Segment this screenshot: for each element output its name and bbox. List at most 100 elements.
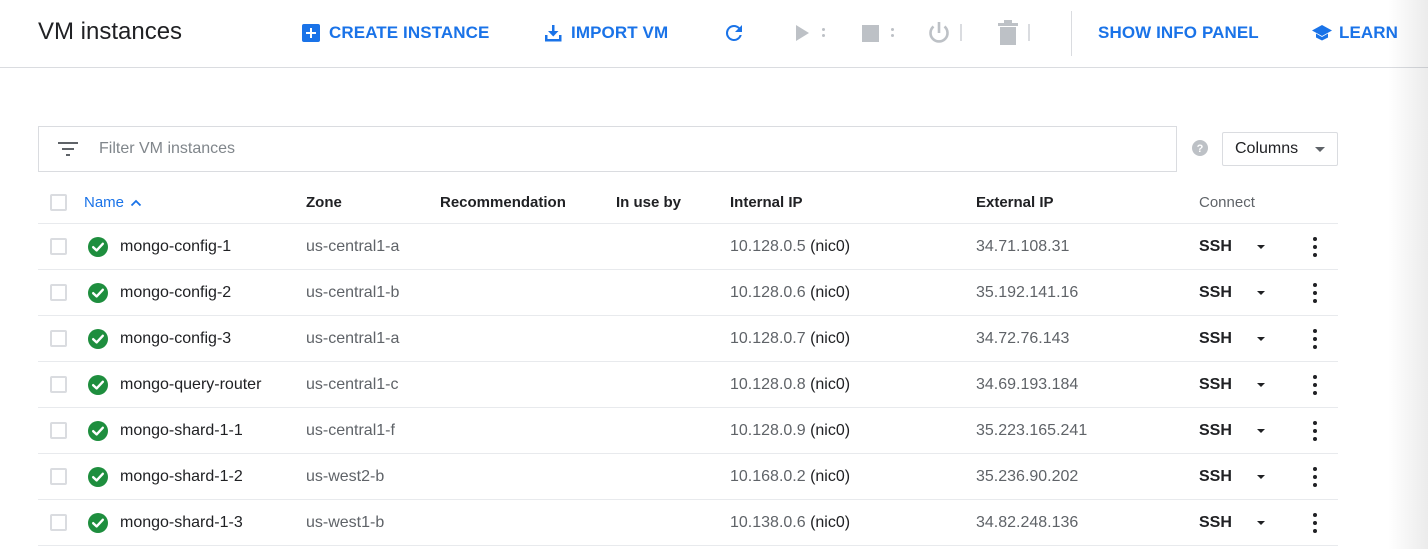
start-button[interactable] xyxy=(794,23,810,43)
nic-link[interactable]: (nic0) xyxy=(810,422,850,440)
status-running-icon xyxy=(88,375,108,395)
instance-external-ip: 35.192.141.16 xyxy=(976,283,1079,301)
help-icon[interactable]: ? xyxy=(1192,140,1208,156)
instance-name[interactable]: mongo-query-router xyxy=(120,362,261,407)
table-row[interactable]: mongo-config-3 us-central1-a 10.128.0.7 (n… xyxy=(38,316,1338,362)
row-checkbox[interactable] xyxy=(50,238,67,255)
ssh-button[interactable]: SSH xyxy=(1199,408,1232,453)
instance-zone: us-central1-c xyxy=(306,375,399,393)
svg-text:?: ? xyxy=(1197,143,1204,155)
stop-button[interactable] xyxy=(862,25,879,42)
instance-name[interactable]: mongo-shard-1-2 xyxy=(120,454,243,499)
filter-bar[interactable] xyxy=(38,126,1177,172)
table-row[interactable]: mongo-shard-1-2 us-west2-b 10.168.0.2 (nic… xyxy=(38,454,1338,500)
internal-ip-value: 10.128.0.6 xyxy=(730,283,806,301)
internal-ip-value: 10.128.0.7 xyxy=(730,329,806,347)
toolbar: VM instances CREATE INSTANCE IMPORT VM S… xyxy=(0,0,1428,68)
more-vert-icon[interactable] xyxy=(1313,467,1317,487)
header-external-ip[interactable]: External IP xyxy=(976,182,1054,223)
instance-zone: us-central1-a xyxy=(306,329,400,347)
chevron-down-icon[interactable] xyxy=(1257,291,1265,295)
chevron-down-icon[interactable] xyxy=(1257,245,1265,249)
sort-ascending-icon xyxy=(130,199,142,206)
filter-input[interactable] xyxy=(99,137,1149,161)
instance-name[interactable]: mongo-config-3 xyxy=(120,316,231,361)
row-checkbox[interactable] xyxy=(50,422,67,439)
power-button[interactable] xyxy=(926,20,952,46)
row-checkbox[interactable] xyxy=(50,284,67,301)
table-row[interactable]: mongo-config-1 us-central1-a 10.128.0.5 (n… xyxy=(38,224,1338,270)
table-row[interactable]: mongo-shard-1-3 us-west1-b 10.138.0.6 (nic… xyxy=(38,500,1338,546)
instance-internal-ip: 10.128.0.9 (nic0) xyxy=(730,408,850,453)
status-running-icon xyxy=(88,421,108,441)
ssh-button[interactable]: SSH xyxy=(1199,316,1232,361)
learn-label: LEARN xyxy=(1339,23,1399,42)
nic-link[interactable]: (nic0) xyxy=(810,330,850,348)
ssh-button[interactable]: SSH xyxy=(1199,454,1232,499)
instance-internal-ip: 10.128.0.8 (nic0) xyxy=(730,362,850,407)
power-icon xyxy=(929,22,949,43)
header-in-use-by[interactable]: In use by xyxy=(616,182,681,223)
instance-name[interactable]: mongo-shard-1-3 xyxy=(120,500,243,545)
instance-name[interactable]: mongo-config-2 xyxy=(120,270,231,315)
school-icon xyxy=(1312,25,1332,41)
table-row[interactable]: mongo-config-2 us-central1-b 10.128.0.6 (n… xyxy=(38,270,1338,316)
learn-button[interactable]: LEARN xyxy=(1312,22,1398,44)
header-name[interactable]: Name xyxy=(84,182,142,223)
create-instance-button[interactable]: CREATE INSTANCE xyxy=(302,22,490,44)
ssh-button[interactable]: SSH xyxy=(1199,224,1232,269)
instance-internal-ip: 10.128.0.5 (nic0) xyxy=(730,224,850,269)
more-vert-icon[interactable] xyxy=(1313,513,1317,533)
header-recommendation[interactable]: Recommendation xyxy=(440,182,566,223)
instance-name[interactable]: mongo-config-1 xyxy=(120,224,231,269)
columns-dropdown[interactable]: Columns xyxy=(1222,132,1338,166)
nic-link[interactable]: (nic0) xyxy=(810,514,850,532)
instance-external-ip: 34.71.108.31 xyxy=(976,237,1070,255)
stop-options-icon xyxy=(891,28,894,37)
more-vert-icon[interactable] xyxy=(1313,329,1317,349)
row-checkbox[interactable] xyxy=(50,330,67,347)
header-internal-ip[interactable]: Internal IP xyxy=(730,182,803,223)
nic-link[interactable]: (nic0) xyxy=(810,468,850,486)
more-vert-icon[interactable] xyxy=(1313,421,1317,441)
row-checkbox[interactable] xyxy=(50,376,67,393)
nic-link[interactable]: (nic0) xyxy=(810,376,850,394)
show-info-panel-button[interactable]: SHOW INFO PANEL xyxy=(1098,22,1259,44)
delete-button[interactable] xyxy=(998,20,1018,46)
instance-name[interactable]: mongo-shard-1-1 xyxy=(120,408,243,453)
more-vert-icon[interactable] xyxy=(1313,283,1317,303)
chevron-down-icon[interactable] xyxy=(1257,337,1265,341)
page-edge-shadow xyxy=(1388,0,1428,549)
stop-icon xyxy=(862,25,879,42)
ssh-button[interactable]: SSH xyxy=(1199,362,1232,407)
more-vert-icon[interactable] xyxy=(1313,237,1317,257)
import-icon xyxy=(545,25,562,42)
ssh-button[interactable]: SSH xyxy=(1199,270,1232,315)
import-vm-button[interactable]: IMPORT VM xyxy=(544,22,668,44)
header-name-label: Name xyxy=(84,194,125,211)
table-row[interactable]: mongo-query-router us-central1-c 10.128.0.… xyxy=(38,362,1338,408)
row-checkbox[interactable] xyxy=(50,514,67,531)
refresh-icon xyxy=(725,24,742,41)
header-connect: Connect xyxy=(1199,194,1255,211)
chevron-down-icon[interactable] xyxy=(1257,383,1265,387)
internal-ip-value: 10.138.0.6 xyxy=(730,513,806,531)
instance-zone: us-central1-f xyxy=(306,421,395,439)
ssh-button[interactable]: SSH xyxy=(1199,500,1232,545)
refresh-button[interactable] xyxy=(722,21,746,45)
chevron-down-icon[interactable] xyxy=(1257,521,1265,525)
status-running-icon xyxy=(88,283,108,303)
nic-link[interactable]: (nic0) xyxy=(810,238,850,256)
table-row[interactable]: mongo-shard-1-1 us-central1-f 10.128.0.9 (… xyxy=(38,408,1338,454)
import-vm-label: IMPORT VM xyxy=(571,23,669,42)
chevron-down-icon[interactable] xyxy=(1257,429,1265,433)
add-box-icon xyxy=(302,24,320,42)
nic-link[interactable]: (nic0) xyxy=(810,284,850,302)
instance-zone: us-central1-a xyxy=(306,237,400,255)
row-checkbox[interactable] xyxy=(50,468,67,485)
header-zone[interactable]: Zone xyxy=(306,182,342,223)
more-vert-icon[interactable] xyxy=(1313,375,1317,395)
chevron-down-icon[interactable] xyxy=(1257,475,1265,479)
instance-zone: us-central1-b xyxy=(306,283,400,301)
select-all-checkbox[interactable] xyxy=(50,194,67,211)
